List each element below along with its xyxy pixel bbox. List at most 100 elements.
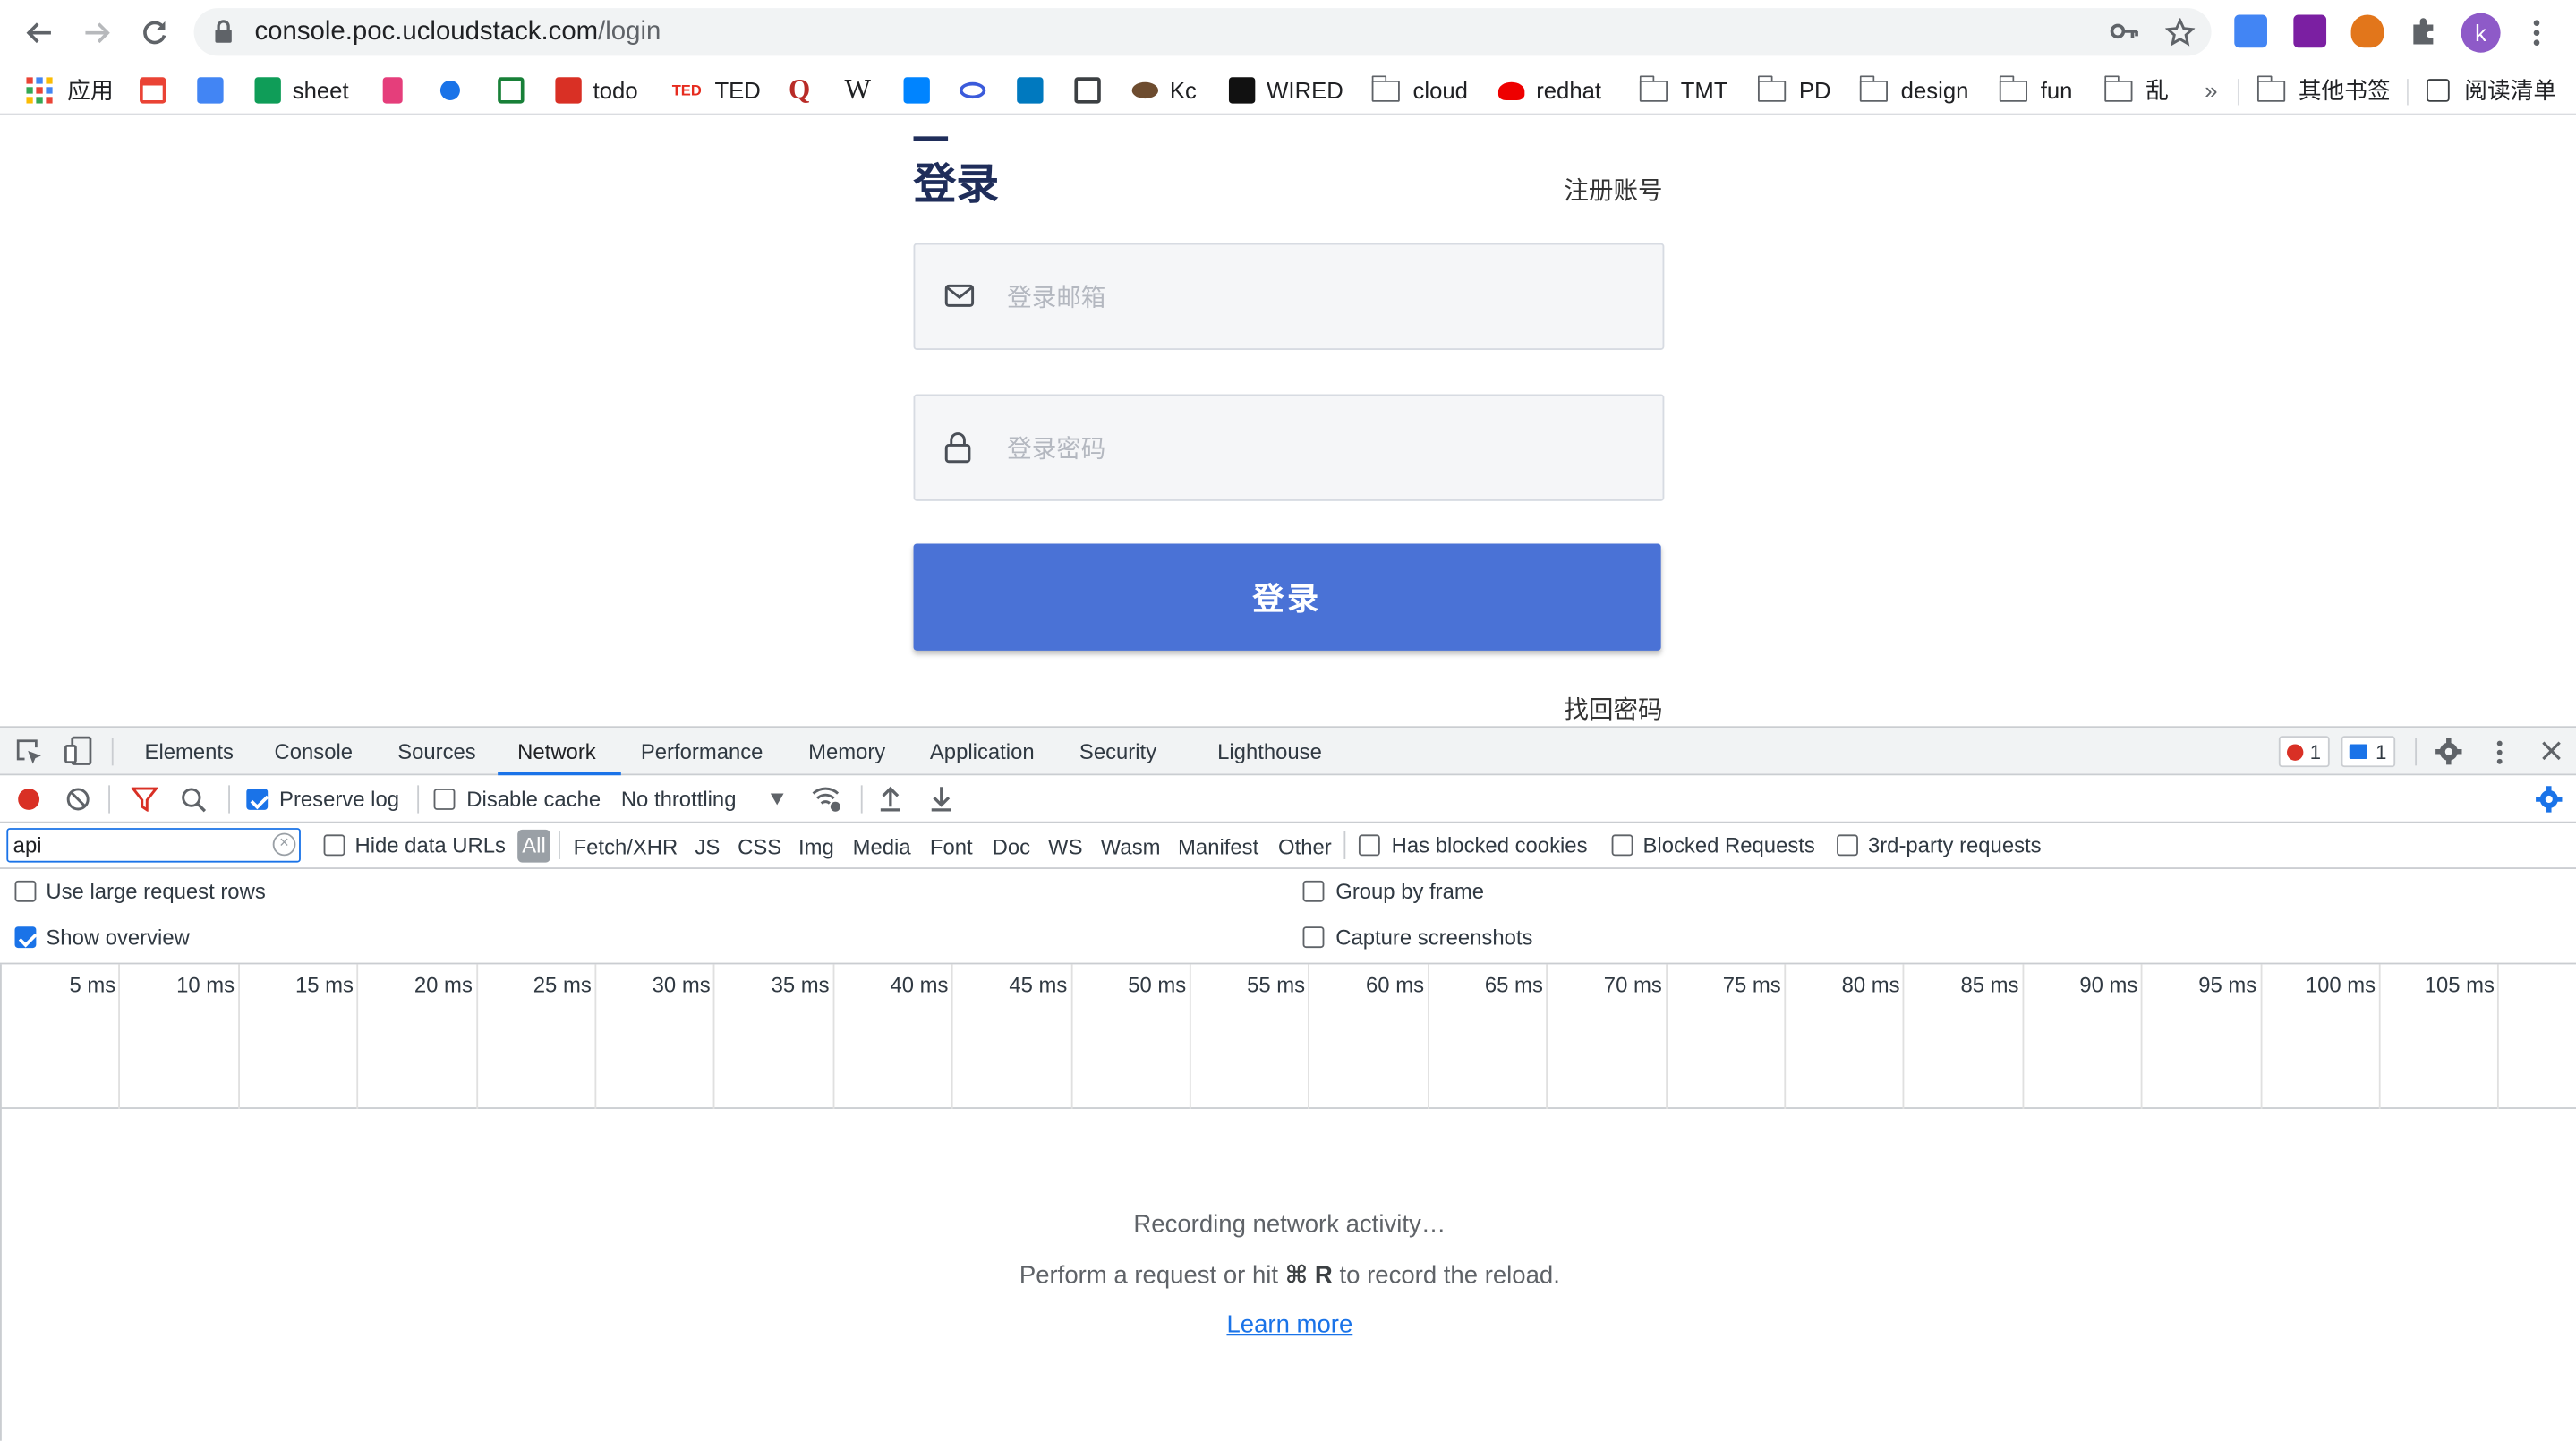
- devtools-close-icon[interactable]: [2542, 741, 2562, 761]
- bookmark-columns[interactable]: [1074, 74, 1112, 107]
- bookmark-5[interactable]: [439, 74, 472, 107]
- bookmark-folder-luan[interactable]: 乱: [2103, 74, 2169, 107]
- forward-button[interactable]: [77, 13, 116, 53]
- bookmark-folder-cloud[interactable]: cloud: [1370, 74, 1468, 107]
- password-input[interactable]: [1007, 430, 1632, 467]
- back-button[interactable]: [20, 13, 59, 53]
- bookmark-link[interactable]: [959, 74, 997, 107]
- network-settings-icon[interactable]: [2535, 785, 2563, 813]
- bookmark-wikipedia[interactable]: W: [844, 74, 870, 107]
- reading-list[interactable]: 阅读清单: [2427, 74, 2556, 107]
- bookmark-6[interactable]: [498, 74, 535, 107]
- bookmark-trello[interactable]: [1017, 74, 1054, 107]
- type-filter-wasm[interactable]: Wasm: [1101, 834, 1161, 859]
- group-by-frame-checkbox[interactable]: [1302, 880, 1325, 902]
- throttling-select[interactable]: No throttling: [621, 787, 737, 812]
- tab-sources[interactable]: Sources: [397, 739, 476, 764]
- type-filter-css[interactable]: CSS: [738, 834, 781, 859]
- type-filter-manifest[interactable]: Manifest: [1178, 834, 1258, 859]
- password-field[interactable]: [913, 394, 1665, 501]
- login-submit-button[interactable]: 登录: [913, 543, 1661, 651]
- sheets-icon: [254, 77, 281, 104]
- learn-more-link[interactable]: Learn more: [1226, 1311, 1352, 1339]
- bookmark-folder-design[interactable]: design: [1858, 74, 1968, 107]
- register-link[interactable]: 注册账号: [1564, 173, 1662, 208]
- has-blocked-cookies-checkbox[interactable]: [1358, 834, 1380, 857]
- bookmark-folder-tmt[interactable]: TMT: [1638, 74, 1728, 107]
- type-filter-img[interactable]: Img: [798, 834, 834, 859]
- translate-extension-icon[interactable]: [2234, 14, 2267, 48]
- bookmark-folder-pd[interactable]: PD: [1757, 74, 1831, 107]
- network-conditions-icon[interactable]: [812, 785, 843, 813]
- bookmark-zhihu[interactable]: [903, 74, 942, 107]
- address-bar[interactable]: console.poc.ucloudstack.com/login: [193, 8, 2212, 56]
- forgot-password-link[interactable]: 找回密码: [1564, 692, 1662, 727]
- search-icon[interactable]: [181, 787, 207, 813]
- email-input[interactable]: [1007, 279, 1632, 316]
- type-filter-media[interactable]: Media: [853, 834, 911, 859]
- bookmark-folder-fun[interactable]: fun: [1998, 74, 2072, 107]
- profile-avatar[interactable]: k: [2461, 13, 2501, 53]
- devtools-settings-icon[interactable]: [2435, 738, 2462, 765]
- devtools-more-icon[interactable]: [2495, 739, 2503, 765]
- bookmarks-overflow-button[interactable]: »: [2205, 74, 2217, 107]
- type-filter-fetch-xhr[interactable]: Fetch/XHR: [574, 834, 678, 859]
- clear-icon[interactable]: [65, 787, 90, 812]
- blocked-requests-checkbox[interactable]: [1611, 834, 1633, 857]
- bookmark-kc[interactable]: Kc: [1131, 74, 1197, 107]
- filter-icon[interactable]: [131, 787, 158, 812]
- reload-button[interactable]: [135, 13, 175, 53]
- import-har-icon[interactable]: [879, 785, 902, 812]
- bookmark-todo[interactable]: todo: [555, 74, 638, 107]
- third-party-checkbox[interactable]: [1837, 834, 1858, 857]
- type-filter-all[interactable]: All: [517, 829, 550, 863]
- bookmark-quora[interactable]: Q: [789, 74, 810, 107]
- bookmark-4[interactable]: [382, 74, 414, 107]
- more-menu-icon[interactable]: [2532, 18, 2542, 47]
- tab-network[interactable]: Network: [517, 739, 596, 764]
- type-filter-ws[interactable]: WS: [1048, 834, 1082, 859]
- bookmark-sheet[interactable]: sheet: [254, 74, 349, 107]
- hide-data-urls-checkbox[interactable]: [323, 834, 345, 857]
- preserve-log-checkbox[interactable]: [246, 789, 269, 810]
- message-count-badge[interactable]: 1: [2341, 736, 2395, 768]
- bookmark-apps[interactable]: 应用: [26, 74, 114, 107]
- clear-filter-icon[interactable]: ×: [272, 832, 296, 857]
- capture-screenshots-checkbox[interactable]: [1302, 926, 1325, 949]
- filter-input[interactable]: [6, 828, 301, 863]
- tab-performance[interactable]: Performance: [641, 739, 763, 764]
- device-toolbar-icon[interactable]: [64, 736, 92, 765]
- bookmark-calendar[interactable]: [197, 74, 235, 107]
- other-bookmarks[interactable]: 其他书签: [2256, 74, 2391, 107]
- tab-memory[interactable]: Memory: [808, 739, 885, 764]
- bookmark-gmail[interactable]: [140, 74, 177, 107]
- key-icon[interactable]: [2110, 21, 2139, 41]
- bookmark-ted[interactable]: TED TED: [672, 74, 761, 107]
- type-filter-other[interactable]: Other: [1278, 834, 1332, 859]
- record-button[interactable]: [18, 789, 40, 810]
- tab-application[interactable]: Application: [930, 739, 1035, 764]
- show-overview-checkbox[interactable]: [14, 926, 37, 949]
- star-icon[interactable]: [2165, 18, 2196, 47]
- tab-security[interactable]: Security: [1079, 739, 1156, 764]
- tab-lighthouse[interactable]: Lighthouse: [1217, 739, 1322, 764]
- metamask-icon[interactable]: [2350, 14, 2384, 48]
- extensions-puzzle-icon[interactable]: [2409, 16, 2438, 46]
- type-filter-js[interactable]: JS: [695, 834, 720, 859]
- error-count-badge[interactable]: 1: [2278, 736, 2330, 768]
- large-rows-checkbox[interactable]: [14, 880, 37, 902]
- network-settings-pane: Use large request rows Group by frame Sh…: [0, 868, 2576, 965]
- throttling-dropdown-icon[interactable]: [770, 793, 784, 806]
- inspect-element-icon[interactable]: [15, 738, 43, 765]
- bookmark-wired[interactable]: WIRED: [1228, 74, 1343, 107]
- type-filter-font[interactable]: Font: [930, 834, 973, 859]
- bookmark-redhat[interactable]: redhat: [1497, 74, 1601, 107]
- tab-console[interactable]: Console: [275, 739, 354, 764]
- extension-purple-icon[interactable]: [2293, 14, 2327, 48]
- type-filter-doc[interactable]: Doc: [993, 834, 1030, 859]
- email-field[interactable]: [913, 243, 1665, 350]
- export-har-icon[interactable]: [930, 785, 953, 812]
- disable-cache-checkbox[interactable]: [433, 789, 456, 810]
- network-overview-timeline[interactable]: 5 ms 10 ms 15 ms 20 ms 25 ms 30 ms 35 ms 40 ms 4…: [0, 964, 2576, 1109]
- tab-elements[interactable]: Elements: [145, 739, 234, 764]
